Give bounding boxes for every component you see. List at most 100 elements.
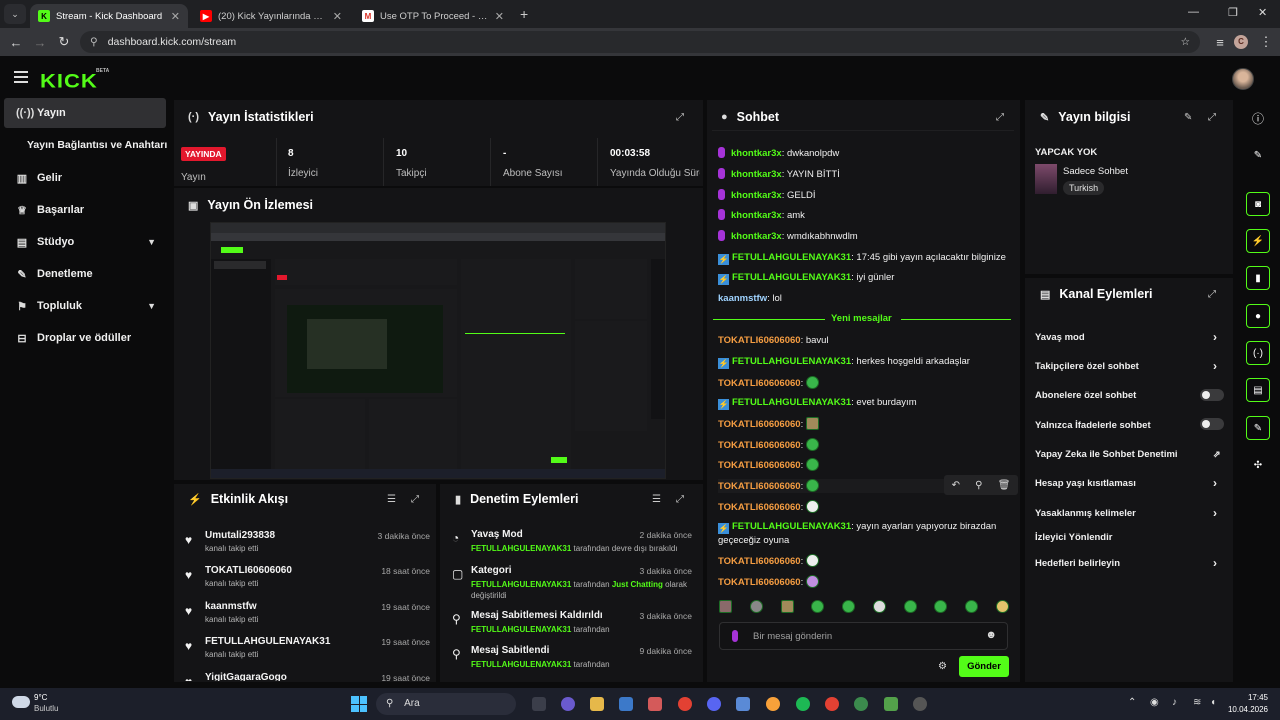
sidebar-item-topluluk[interactable]: ⚑ Topluluk ▼ — [4, 291, 166, 321]
task-view-icon[interactable] — [532, 697, 546, 711]
stream-category[interactable]: Sadece Sohbet — [1063, 166, 1128, 177]
minecraft-icon[interactable] — [884, 697, 898, 711]
menu-icon[interactable] — [14, 71, 28, 86]
emote-icon[interactable] — [995, 600, 1009, 613]
edit-pencil-icon[interactable]: ✎ — [1184, 112, 1192, 123]
taskbar-search[interactable]: ⚲ Ara — [376, 693, 516, 715]
moderator-name[interactable]: FETULLAHGULENAYAK31 — [471, 544, 571, 553]
chat-username[interactable]: TOKATLI60606060 — [718, 378, 801, 389]
browser-tab-3[interactable]: M Use OTP To Proceed - lexuscb7 ✕ — [354, 4, 512, 28]
file-explorer-icon[interactable] — [590, 697, 604, 711]
store-icon[interactable] — [619, 697, 633, 711]
bookmark-star-icon[interactable]: ☆ — [1181, 36, 1190, 48]
chat-username[interactable]: khontkar3x — [731, 210, 782, 221]
emoji-icon[interactable]: ☻ — [985, 629, 997, 641]
sidebar-item-denetleme[interactable]: ✎ Denetleme — [4, 259, 166, 289]
windows-start-icon[interactable] — [351, 696, 367, 712]
close-tab-icon[interactable]: ✕ — [171, 10, 180, 23]
sidebar-item-gelir[interactable]: ▥ Gelir — [4, 163, 166, 193]
activity-user[interactable]: Umutali293838 — [205, 530, 275, 541]
channel-action-slow-mode[interactable]: Yavaş mod › — [1035, 330, 1217, 344]
send-button[interactable]: Gönder — [959, 656, 1009, 677]
emote-icon[interactable] — [903, 600, 917, 613]
emote-icon[interactable] — [934, 600, 948, 613]
chat-username[interactable]: FETULLAHGULENAYAK31 — [732, 272, 851, 283]
close-tab-icon[interactable]: ✕ — [333, 10, 342, 23]
chat-bubble-icon[interactable]: ● — [1246, 304, 1270, 328]
emote-icon[interactable] — [749, 600, 763, 613]
document-icon[interactable]: ▮ — [1246, 266, 1270, 290]
channel-action-ai-moderation[interactable]: Yapay Zeka ile Sohbet Denetimi ⇗ — [1035, 449, 1221, 460]
chat-username[interactable]: FETULLAHGULENAYAK31 — [732, 252, 851, 263]
emote-icon[interactable] — [780, 600, 794, 613]
moderator-name[interactable]: FETULLAHGULENAYAK31 — [471, 625, 571, 634]
close-tab-icon[interactable]: ✕ — [495, 10, 504, 23]
activity-user[interactable]: FETULLAHGULENAYAK31 — [205, 636, 330, 647]
emote-icon[interactable] — [719, 600, 732, 613]
browser-menu-icon[interactable]: ⋮ — [1254, 34, 1278, 50]
reload-icon[interactable]: ↻ — [52, 34, 76, 50]
moderator-name[interactable]: FETULLAHGULENAYAK31 — [471, 660, 571, 669]
app-icon[interactable] — [648, 697, 662, 711]
sidebar-item-studyo[interactable]: ▤ Stüdyo ▼ — [4, 227, 166, 257]
microphone-icon[interactable]: ♪ — [1172, 697, 1177, 708]
expand-icon[interactable]: ⤢ — [1208, 289, 1216, 300]
channel-action-banned-words[interactable]: Yasaklanmış kelimeler › — [1035, 506, 1217, 520]
browser-tab-2[interactable]: ▶ (20) Kick Yayınlarında Bağış Alma ✕ — [192, 4, 350, 28]
moderator-name[interactable]: FETULLAHGULENAYAK31 — [471, 580, 571, 589]
back-icon[interactable]: ← — [4, 35, 28, 50]
app-icon[interactable] — [766, 697, 780, 711]
undo-icon[interactable]: ↶ — [952, 480, 960, 491]
weather-temp[interactable]: 9°C — [34, 693, 47, 702]
chat-username[interactable]: khontkar3x — [731, 148, 782, 159]
info-icon[interactable]: ⓘ — [1246, 106, 1270, 130]
discord-icon[interactable] — [707, 697, 721, 711]
chat-username[interactable]: TOKATLI60606060 — [718, 502, 801, 513]
pin-icon[interactable]: ⚲ — [975, 480, 982, 491]
tray-app-icon[interactable]: ◉ — [1150, 697, 1159, 708]
chat-username[interactable]: TOKATLI60606060 — [718, 481, 801, 492]
chat-username[interactable]: khontkar3x — [731, 169, 782, 180]
broadcast-icon[interactable]: (·) — [1246, 341, 1270, 365]
kick-logo[interactable]: KICK — [40, 69, 98, 92]
sidebar-item-droplar[interactable]: ⊟ Droplar ve ödüller — [4, 323, 166, 353]
chat-username[interactable]: khontkar3x — [731, 190, 782, 201]
settings-gear-icon[interactable]: ⚙ — [938, 661, 947, 672]
subscribers-only-toggle[interactable] — [1200, 389, 1224, 401]
channel-action-account-age[interactable]: Hesap yaşı kısıtlaması › — [1035, 476, 1217, 490]
chat-username[interactable]: FETULLAHGULENAYAK31 — [732, 397, 851, 408]
list-icon[interactable]: ▤ — [1246, 378, 1270, 402]
emote-icon[interactable] — [965, 600, 979, 613]
expand-icon[interactable]: ⤢ — [996, 112, 1004, 123]
expand-icon[interactable]: ⤢ — [676, 112, 684, 123]
chat-input[interactable]: Bir mesaj gönderin ☻ — [719, 622, 1008, 650]
volume-icon[interactable]: ◖ — [1210, 697, 1216, 708]
emote-icon[interactable] — [872, 600, 886, 613]
app-icon[interactable] — [736, 697, 750, 711]
copilot-icon[interactable] — [561, 697, 575, 711]
new-tab-button[interactable]: + — [520, 6, 528, 22]
profile-avatar-icon[interactable]: C — [1234, 35, 1248, 49]
emote-icon[interactable] — [811, 600, 825, 613]
clock-date[interactable]: 10.04.2026 — [1222, 705, 1268, 714]
chrome-icon[interactable] — [678, 697, 692, 711]
chat-username[interactable]: FETULLAHGULENAYAK31 — [732, 521, 851, 532]
chat-username[interactable]: TOKATLI60606060 — [718, 460, 801, 471]
chat-username[interactable]: TOKATLI60606060 — [718, 440, 801, 451]
chrome-icon[interactable] — [825, 697, 839, 711]
chat-username[interactable]: khontkar3x — [731, 231, 782, 242]
stats-icon[interactable]: ◙ — [1246, 192, 1270, 216]
expand-icon[interactable]: ⤢ — [1208, 112, 1216, 123]
expand-icon[interactable]: ⤢ — [676, 494, 684, 505]
chat-username[interactable]: TOKATLI60606060 — [718, 577, 801, 588]
activity-user[interactable]: kaanmstfw — [205, 601, 257, 612]
emote-only-toggle[interactable] — [1200, 418, 1224, 430]
grid-icon[interactable]: ✣ — [1246, 453, 1270, 477]
weather-text[interactable]: Bulutlu — [34, 704, 58, 713]
chat-username[interactable]: TOKATLI60606060 — [718, 419, 801, 430]
activity-user[interactable]: TOKATLI60606060 — [205, 565, 292, 576]
sidebar-item-yayin[interactable]: ((·)) Yayın — [4, 98, 166, 128]
channel-action-goals[interactable]: Hedefleri belirleyin › — [1035, 556, 1217, 570]
close-window-icon[interactable]: ✕ — [1258, 6, 1267, 19]
app-icon[interactable] — [854, 697, 868, 711]
